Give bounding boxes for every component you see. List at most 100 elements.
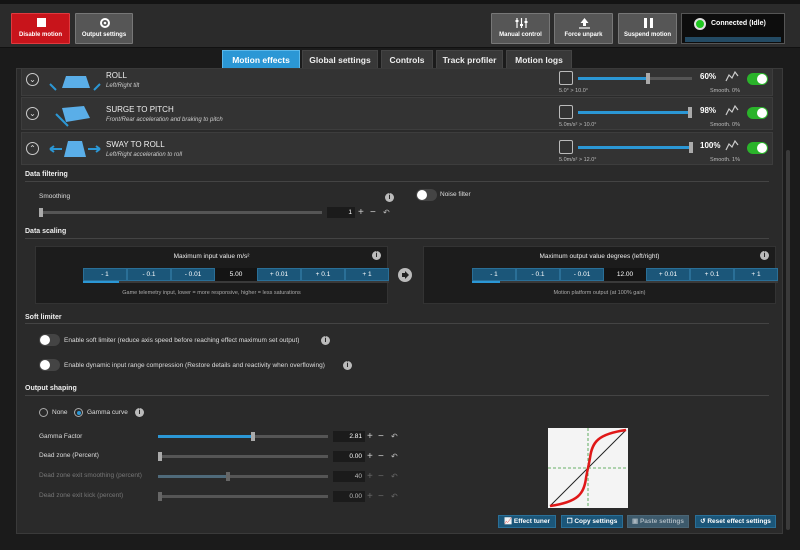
- effect-description: Front/Rear acceleration and braking to p…: [106, 117, 223, 123]
- intensity-slider[interactable]: [578, 107, 692, 118]
- gamma-factor-value[interactable]: 2.81: [333, 431, 365, 442]
- effect-row-roll[interactable]: ⌄ ROLL Left/Right tilt 5.0° > 10.0° 60% …: [21, 69, 773, 96]
- suspend-motion-label: Suspend motion: [624, 32, 671, 38]
- input-minus-0-01-button[interactable]: - 0.01: [171, 268, 215, 281]
- disable-motion-label: Disable motion: [18, 32, 62, 38]
- radio-none[interactable]: [39, 408, 48, 417]
- input-minus-1-button[interactable]: - 1: [83, 268, 127, 281]
- sway-effect-icon: [49, 141, 101, 157]
- max-output-title: Maximum output value degrees (left/right…: [539, 253, 660, 260]
- decrement-button: −: [378, 471, 384, 482]
- output-stepper: - 1 - 0.1 - 0.01 12.00 + 0.01 + 0.1 + 1: [472, 268, 778, 281]
- smoothing-slider[interactable]: [39, 208, 322, 217]
- connection-status: Connected (Idle): [681, 13, 785, 44]
- noise-filter-toggle[interactable]: [416, 189, 437, 201]
- info-icon[interactable]: i: [372, 251, 381, 260]
- info-icon[interactable]: i: [760, 251, 769, 260]
- intensity-slider[interactable]: [578, 142, 693, 153]
- input-plus-0-1-button[interactable]: + 0.1: [301, 268, 345, 281]
- tab-controls[interactable]: Controls: [381, 50, 433, 68]
- axis-icon: [559, 105, 573, 119]
- soft-limiter-label: Enable soft limiter (reduce axis speed b…: [64, 337, 300, 344]
- info-icon[interactable]: i: [385, 193, 394, 202]
- copy-settings-label: Copy settings: [574, 518, 618, 525]
- reset-effect-settings-button[interactable]: ↺ Reset effect settings: [695, 515, 776, 528]
- tab-motion-logs[interactable]: Motion logs: [506, 50, 572, 68]
- output-minus-0-1-button[interactable]: - 0.1: [516, 268, 560, 281]
- increment-button[interactable]: +: [367, 451, 373, 462]
- effect-description: Left/Right acceleration to roll: [106, 152, 183, 158]
- graph-icon[interactable]: [725, 104, 739, 116]
- chevron-up-icon[interactable]: ⌃: [26, 142, 39, 155]
- dead-zone-exit-smoothing-value: 40: [333, 471, 365, 482]
- soft-limiter-toggle[interactable]: [39, 334, 60, 346]
- input-plus-1-button[interactable]: + 1: [345, 268, 389, 281]
- force-unpark-button[interactable]: Force unpark: [554, 13, 613, 44]
- max-output-footer: Motion platform output (at 100% gain): [553, 290, 646, 296]
- output-minus-1-button[interactable]: - 1: [472, 268, 516, 281]
- effect-toggle[interactable]: [747, 73, 768, 85]
- sliders-icon: [515, 18, 528, 28]
- input-value[interactable]: 5.00: [215, 268, 257, 281]
- status-indicator: [694, 18, 706, 30]
- tab-global-settings[interactable]: Global settings: [302, 50, 378, 68]
- copy-settings-button[interactable]: ❐ Copy settings: [561, 515, 623, 528]
- effect-toggle[interactable]: [747, 107, 768, 119]
- smoothing-value[interactable]: 1: [327, 207, 355, 218]
- dead-zone-value[interactable]: 0.00: [333, 451, 365, 462]
- max-output-box: Maximum output value degrees (left/right…: [423, 246, 778, 304]
- info-icon[interactable]: i: [343, 361, 352, 370]
- output-plus-0-01-button[interactable]: + 0.01: [646, 268, 690, 281]
- info-icon[interactable]: i: [321, 336, 330, 345]
- effect-row-surge-to-pitch[interactable]: ⌄ SURGE TO PITCH Front/Rear acceleration…: [21, 97, 773, 130]
- undo-icon[interactable]: ↶: [391, 431, 398, 442]
- data-scaling-heading: Data scaling: [25, 228, 67, 235]
- effect-name: SURGE TO PITCH: [106, 105, 174, 114]
- dead-zone-exit-kick-value: 0.00: [333, 491, 365, 502]
- chevron-down-icon[interactable]: ⌄: [26, 73, 39, 86]
- scrollbar[interactable]: [786, 150, 790, 530]
- disable-motion-button[interactable]: Disable motion: [11, 13, 70, 44]
- manual-control-button[interactable]: Manual control: [491, 13, 550, 44]
- axis-icon: [559, 71, 573, 85]
- intensity-slider[interactable]: [578, 73, 692, 84]
- effect-name: ROLL: [106, 71, 127, 80]
- tab-motion-effects[interactable]: Motion effects: [222, 50, 300, 68]
- connection-status-label: Connected (Idle): [711, 20, 766, 27]
- divider: [25, 323, 769, 324]
- input-minus-0-1-button[interactable]: - 0.1: [127, 268, 171, 281]
- pause-icon: [644, 18, 653, 28]
- chevron-down-icon[interactable]: ⌄: [26, 107, 39, 120]
- output-settings-button[interactable]: Output settings: [75, 13, 133, 44]
- increment-button[interactable]: +: [367, 431, 373, 442]
- top-toolbar: Disable motion Output settings Manual co…: [0, 0, 800, 48]
- effect-toggle[interactable]: [747, 142, 768, 154]
- increment-button[interactable]: +: [358, 207, 364, 218]
- paste-settings-label: Paste settings: [639, 518, 685, 525]
- decrement-button[interactable]: −: [378, 431, 384, 442]
- suspend-motion-button[interactable]: Suspend motion: [618, 13, 677, 44]
- effect-row-sway-to-roll[interactable]: ⌃ SWAY TO ROLL Left/Right acceleration t…: [21, 132, 773, 165]
- graph-icon[interactable]: [725, 70, 739, 82]
- gamma-factor-slider[interactable]: [158, 432, 328, 441]
- output-plus-1-button[interactable]: + 1: [734, 268, 778, 281]
- output-plus-0-1-button[interactable]: + 0.1: [690, 268, 734, 281]
- decrement-button[interactable]: −: [370, 207, 376, 218]
- radio-gamma-curve[interactable]: [74, 408, 83, 417]
- decrement-button[interactable]: −: [378, 451, 384, 462]
- undo-icon[interactable]: ↶: [383, 207, 390, 218]
- noise-filter-label: Noise filter: [440, 191, 471, 198]
- dead-zone-slider[interactable]: [158, 452, 328, 461]
- range-compression-toggle[interactable]: [39, 359, 60, 371]
- tab-track-profiler[interactable]: Track profiler: [436, 50, 503, 68]
- output-value[interactable]: 12.00: [604, 268, 646, 281]
- undo-icon[interactable]: ↶: [391, 451, 398, 462]
- input-plus-0-01-button[interactable]: + 0.01: [257, 268, 301, 281]
- output-minus-0-01-button[interactable]: - 0.01: [560, 268, 604, 281]
- info-icon[interactable]: i: [135, 408, 144, 417]
- effect-percent: 100%: [700, 141, 721, 150]
- effect-tuner-button[interactable]: 📈 Effect tuner: [498, 515, 556, 528]
- divider: [25, 181, 769, 182]
- graph-icon[interactable]: [725, 139, 739, 151]
- tab-bar: Motion effects Global settings Controls …: [0, 48, 800, 68]
